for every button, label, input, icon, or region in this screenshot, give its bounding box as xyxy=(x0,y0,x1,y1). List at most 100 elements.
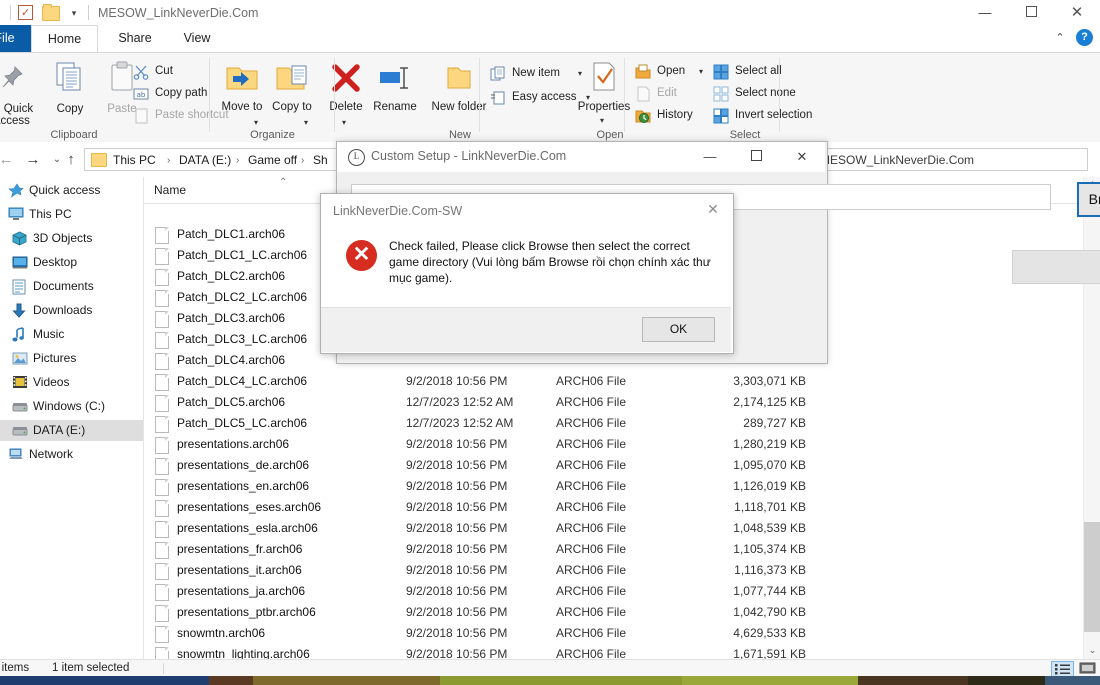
column-header-name-label: Name xyxy=(154,183,187,197)
sidebar-item-downloads[interactable]: Downloads xyxy=(0,300,143,321)
table-row[interactable]: presentations.arch06 9/2/2018 10:56 PM ARC… xyxy=(144,434,1084,455)
minimize-button[interactable]: — xyxy=(962,0,1008,25)
error-dialog-close-button[interactable]: ✕ xyxy=(699,196,727,222)
quick-access-properties-icon[interactable]: ✓ xyxy=(18,5,33,20)
copy-to-button[interactable]: Copy to ▾ xyxy=(268,57,316,127)
quick-access-new-folder-icon[interactable] xyxy=(42,4,60,21)
file-icon xyxy=(155,521,169,538)
cut-button[interactable]: Cut xyxy=(133,61,213,82)
pin-to-quick-access-button[interactable]: to Quick access xyxy=(0,57,36,127)
table-row[interactable]: presentations_ptbr.arch06 9/2/2018 10:56 … xyxy=(144,602,1084,623)
sidebar-item-3d-objects[interactable]: 3D Objects xyxy=(0,228,143,249)
scroll-down-arrow[interactable]: ⌄ xyxy=(1084,642,1100,659)
cell-size: 1,126,019 KB xyxy=(733,479,806,493)
move-to-button[interactable]: Move to ▾ xyxy=(218,57,266,127)
large-icons-view-button[interactable] xyxy=(1077,661,1100,676)
chevron-down-icon[interactable]: ▾ xyxy=(600,115,604,127)
new-folder-button[interactable]: New folder xyxy=(432,57,486,113)
chevron-down-icon[interactable]: ▾ xyxy=(304,117,308,129)
breadcrumb-separator[interactable]: › xyxy=(236,152,239,169)
copy-button[interactable]: Copy xyxy=(46,57,94,115)
sidebar-item-label: DATA (E:) xyxy=(33,423,86,437)
cell-size: 1,048,539 KB xyxy=(733,521,806,535)
table-row[interactable]: Patch_DLC4_LC.arch06 9/2/2018 10:56 PM ARC… xyxy=(144,371,1084,392)
tab-home[interactable]: Home xyxy=(31,25,98,53)
sidebar-item-quick-access[interactable]: Quick access xyxy=(0,180,143,201)
breadcrumb-separator[interactable]: › xyxy=(167,152,170,169)
select-all-label: Select all xyxy=(735,65,782,77)
select-none-icon xyxy=(713,86,729,102)
setup-minimize-button[interactable]: — xyxy=(687,142,733,172)
sidebar-item-documents[interactable]: Documents xyxy=(0,276,143,297)
ribbon-group-organize: Move to ▾ Copy to ▾ Delete ▾ Rename Orga… xyxy=(210,53,417,143)
breadcrumb-game-off[interactable]: Game off xyxy=(248,152,297,169)
help-icon[interactable]: ? xyxy=(1076,29,1093,46)
chevron-down-icon[interactable]: ▾ xyxy=(66,4,82,21)
cell-type: ARCH06 File xyxy=(556,626,627,640)
sidebar-item-label: Windows (C:) xyxy=(33,399,106,413)
browse-button[interactable]: Browse xyxy=(1077,182,1100,217)
tab-share[interactable]: Share xyxy=(104,25,166,52)
file-icon xyxy=(155,647,169,659)
cell-size: 1,042,790 KB xyxy=(733,605,806,619)
cell-type: ARCH06 File xyxy=(556,521,627,535)
collapse-ribbon-icon[interactable]: ⌃ xyxy=(1050,28,1070,48)
sidebar-item-desktop[interactable]: Desktop xyxy=(0,252,143,273)
sidebar-item-this-pc[interactable]: This PC xyxy=(0,204,143,225)
chevron-down-icon[interactable]: ▾ xyxy=(254,117,258,129)
ok-button[interactable]: OK xyxy=(642,317,715,342)
sidebar-item-label: Music xyxy=(33,327,65,341)
window-title: MESOW_LinkNeverDie.Com xyxy=(98,6,259,20)
paste-icon xyxy=(111,61,133,91)
status-bar: 6 items 1 item selected xyxy=(0,659,1100,676)
back-button[interactable]: ← xyxy=(0,150,17,170)
sidebar-item-data-e[interactable]: DATA (E:) xyxy=(0,420,143,441)
breadcrumb-separator[interactable]: › xyxy=(301,152,304,169)
sidebar-item-pictures[interactable]: Pictures xyxy=(0,348,143,369)
details-view-button[interactable] xyxy=(1051,661,1074,676)
monitor-icon xyxy=(8,207,24,222)
table-row[interactable]: Patch_DLC5_LC.arch06 12/7/2023 12:52 AM AR… xyxy=(144,413,1084,434)
breadcrumb-sh[interactable]: Sh xyxy=(313,152,328,169)
setup-close-button[interactable]: ✕ xyxy=(779,142,825,172)
sidebar-item-music[interactable]: Music xyxy=(0,324,143,345)
invert-selection-button[interactable]: Invert selection xyxy=(713,105,853,126)
breadcrumb-data-e[interactable]: DATA (E:) xyxy=(179,152,231,169)
table-row[interactable]: presentations_it.arch06 9/2/2018 10:56 PM… xyxy=(144,560,1084,581)
status-selection: 1 item selected xyxy=(52,662,130,674)
properties-button[interactable]: Properties ▾ xyxy=(578,57,630,125)
tab-file[interactable]: File xyxy=(0,25,31,52)
tab-view[interactable]: View xyxy=(172,25,222,52)
forward-button[interactable]: → xyxy=(22,150,44,170)
error-dialog-footer: OK xyxy=(321,307,731,352)
scrollbar-thumb[interactable] xyxy=(1084,522,1100,632)
breadcrumb-this-pc[interactable]: This PC xyxy=(113,152,156,169)
table-row[interactable]: snowmtn_lighting.arch06 9/2/2018 10:56 PM… xyxy=(144,644,1084,659)
table-row[interactable]: presentations_fr.arch06 9/2/2018 10:56 PM… xyxy=(144,539,1084,560)
error-dialog-body: ✕ Check failed, Please click Browse then… xyxy=(321,228,731,307)
select-none-button[interactable]: Select none xyxy=(713,83,833,104)
close-button[interactable]: ✕ xyxy=(1054,0,1100,25)
setup-maximize-button[interactable] xyxy=(733,142,779,172)
up-button[interactable]: ↑ xyxy=(60,149,82,171)
file-icon xyxy=(155,248,169,265)
table-row[interactable]: presentations_eses.arch06 9/2/2018 10:56 … xyxy=(144,497,1084,518)
cell-size: 1,116,373 KB xyxy=(734,563,806,577)
table-row[interactable]: presentations_ja.arch06 9/2/2018 10:56 PM… xyxy=(144,581,1084,602)
table-row[interactable]: presentations_de.arch06 9/2/2018 10:56 PM… xyxy=(144,455,1084,476)
search-input[interactable]: MESOW_LinkNeverDie.Com xyxy=(812,148,1088,171)
table-row[interactable]: presentations_en.arch06 9/2/2018 10:56 PM… xyxy=(144,476,1084,497)
table-row[interactable]: Patch_DLC5.arch06 12/7/2023 12:52 AM ARCH0… xyxy=(144,392,1084,413)
select-all-button[interactable]: Select all xyxy=(713,61,833,82)
new-folder-icon xyxy=(447,67,471,89)
sidebar-item-videos[interactable]: Videos xyxy=(0,372,143,393)
table-row[interactable]: presentations_esla.arch06 9/2/2018 10:56 … xyxy=(144,518,1084,539)
table-row[interactable]: snowmtn.arch06 9/2/2018 10:56 PM ARCH06 Fi… xyxy=(144,623,1084,644)
maximize-button[interactable] xyxy=(1008,0,1054,25)
group-divider xyxy=(779,58,780,132)
file-icon xyxy=(155,542,169,559)
sidebar-item-network[interactable]: Network xyxy=(0,444,143,465)
cell-name: Patch_DLC3_LC.arch06 xyxy=(177,332,308,346)
sidebar-item-windows-c[interactable]: Windows (C:) xyxy=(0,396,143,417)
download-arrow-icon xyxy=(12,303,28,318)
